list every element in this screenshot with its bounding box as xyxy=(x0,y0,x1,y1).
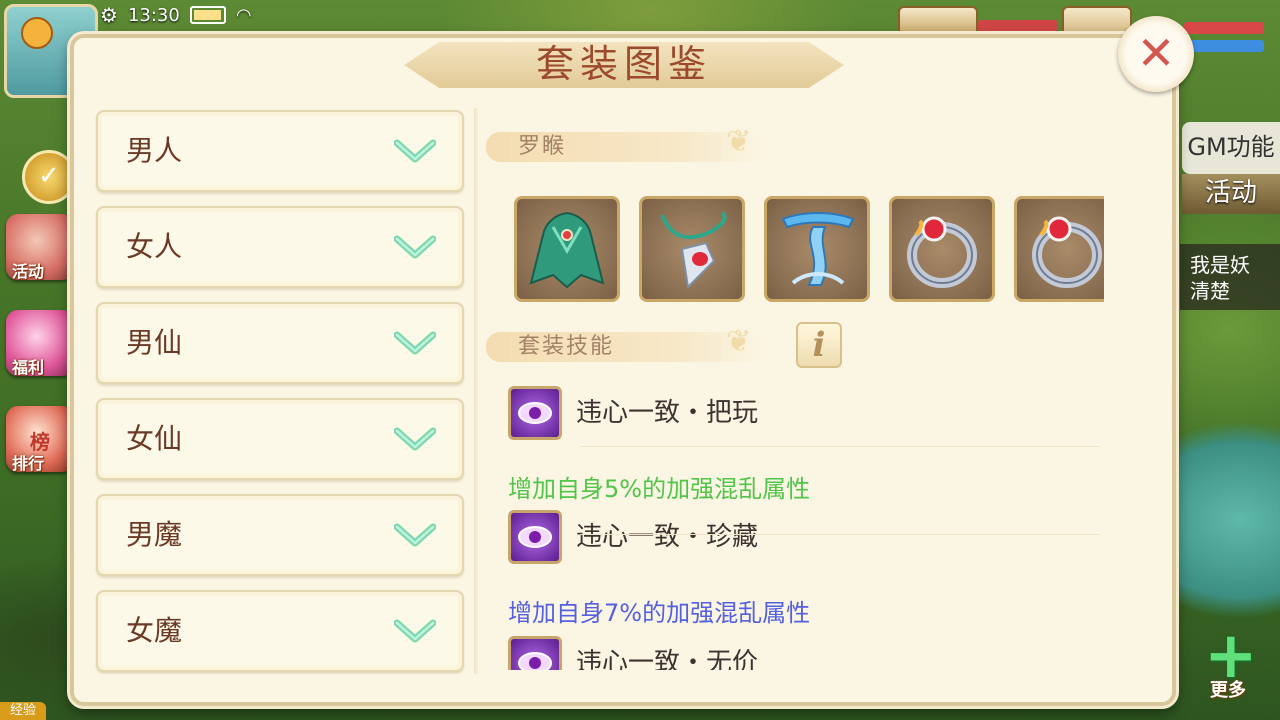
chat-preview[interactable]: 我是妖 清楚 xyxy=(1180,244,1280,310)
player-hp-bar xyxy=(1184,22,1264,34)
confusion-eye-skill-icon[interactable] xyxy=(508,386,562,440)
welfare-gift-button[interactable]: 福利 xyxy=(6,310,74,377)
chevron-down-icon xyxy=(394,427,436,451)
skill-row-clip: 违心一致・无价 xyxy=(500,630,1100,670)
category-item-male-demon[interactable]: 男魔 xyxy=(96,494,464,576)
confusion-eye-skill-icon[interactable] xyxy=(508,510,562,564)
red-gem-ring-icon xyxy=(907,216,977,288)
activity-button[interactable]: 活动 xyxy=(6,214,74,281)
category-label: 女仙 xyxy=(126,422,183,455)
set-item-slot[interactable] xyxy=(764,196,870,302)
player-mp-bar xyxy=(1184,40,1264,52)
info-button[interactable]: i xyxy=(796,322,842,368)
battery-icon xyxy=(189,6,226,24)
category-item-female-human[interactable]: 女人 xyxy=(96,206,464,288)
category-label: 女魔 xyxy=(126,614,183,647)
panel-divider xyxy=(474,108,478,674)
chevron-down-icon xyxy=(394,139,436,163)
butterfly-ornament-icon: ❦ xyxy=(726,124,752,159)
set-name: 罗睺 xyxy=(518,134,567,159)
pet-hp-bar xyxy=(978,20,1058,32)
category-item-male-immortal[interactable]: 男仙 xyxy=(96,302,464,384)
exp-bar-label: 经验 xyxy=(0,702,46,720)
chevron-down-icon xyxy=(394,619,436,643)
skill-description: 增加自身5%的加强混乱属性 xyxy=(508,475,811,503)
category-item-female-immortal[interactable]: 女仙 xyxy=(96,398,464,480)
set-name-header: 罗睺 ❦ xyxy=(486,124,786,164)
dialog-title-bar: 套装图鉴 xyxy=(404,38,844,94)
compass-icon xyxy=(21,17,53,49)
pet-avatar-frame[interactable] xyxy=(898,6,978,36)
category-list[interactable]: 男人 女人 男仙 女仙 男魔 女魔 xyxy=(94,108,468,674)
clock-time: 13:30 xyxy=(127,4,180,26)
green-cloak-icon xyxy=(529,211,605,289)
skill-name: 违心一致・把玩 xyxy=(576,398,759,428)
close-icon: ✕ xyxy=(1136,26,1176,80)
wifi-icon: ◠ xyxy=(235,4,252,26)
more-button[interactable]: + 更多 xyxy=(1190,624,1270,702)
set-item-slot[interactable] xyxy=(514,196,620,302)
category-item-male-human[interactable]: 男人 xyxy=(96,110,464,192)
more-button-label: 更多 xyxy=(1210,680,1246,701)
close-button[interactable]: ✕ xyxy=(1118,16,1194,92)
chevron-down-icon xyxy=(394,523,436,547)
skill-description: 增加自身7%的加强混乱属性 xyxy=(508,599,811,627)
chat-line: 清楚 xyxy=(1190,279,1230,303)
category-label: 男仙 xyxy=(126,326,183,359)
red-gem-pendant-icon xyxy=(660,211,727,290)
skill-separator xyxy=(580,534,1100,535)
set-item-slot[interactable] xyxy=(889,196,995,302)
skills-header-label: 套装技能 xyxy=(518,334,615,359)
chat-line: 我是妖 xyxy=(1190,253,1250,277)
skill-separator xyxy=(580,446,1100,447)
blue-ribbon-icon xyxy=(781,212,855,286)
ranking-button[interactable]: 榜 排行 xyxy=(6,406,74,473)
skill-name: 违心一致・珍藏 xyxy=(576,522,759,552)
welfare-button-label: 福利 xyxy=(12,358,45,377)
category-label: 男魔 xyxy=(126,518,183,551)
set-item-slot[interactable] xyxy=(639,196,745,302)
activity-button-label: 活动 xyxy=(12,262,45,281)
set-items-row[interactable] xyxy=(514,196,1104,304)
chevron-down-icon xyxy=(394,331,436,355)
right-activity-button[interactable]: 活动 xyxy=(1182,174,1280,214)
confusion-eye-skill-icon[interactable] xyxy=(508,636,562,670)
settings-gear-icon[interactable]: ⚙ xyxy=(100,3,118,27)
butterfly-ornament-icon: ❦ xyxy=(726,324,752,359)
ranking-button-label: 排行 xyxy=(12,454,45,473)
set-skills-header: 套装技能 ❦ xyxy=(486,324,786,364)
category-item-female-demon[interactable]: 女魔 xyxy=(96,590,464,672)
set-item-slot[interactable] xyxy=(1014,196,1104,302)
collapse-menu-button[interactable]: ✓ xyxy=(22,150,76,204)
info-icon: i xyxy=(812,325,826,365)
status-bar: ⚙ 13:30 ◠ xyxy=(100,0,252,30)
chevron-down-icon xyxy=(394,235,436,259)
category-label: 男人 xyxy=(126,134,183,167)
gm-function-button[interactable]: GM功能 xyxy=(1182,122,1280,174)
skill-name: 违心一致・无价 xyxy=(576,648,759,670)
dialog-title: 套装图鉴 xyxy=(535,42,712,86)
red-gem-ring-icon xyxy=(1032,216,1102,288)
category-label: 女人 xyxy=(126,230,183,263)
